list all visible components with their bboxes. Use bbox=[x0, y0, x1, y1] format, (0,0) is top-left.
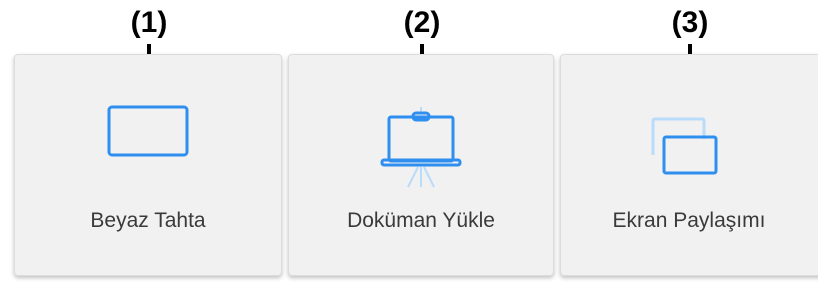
whiteboard-button[interactable]: Beyaz Tahta bbox=[14, 54, 282, 276]
upload-document-label: Doküman Yükle bbox=[347, 209, 495, 232]
marker-1: (1) bbox=[119, 6, 179, 56]
marker-2-text: (2) bbox=[403, 6, 441, 39]
screen-share-label: Ekran Paylaşımı bbox=[612, 209, 766, 232]
marker-2: (2) bbox=[392, 6, 452, 56]
screen-share-icon bbox=[650, 117, 720, 180]
marker-3-text: (3) bbox=[671, 6, 709, 39]
whiteboard-label: Beyaz Tahta bbox=[90, 209, 206, 232]
presentation-board-icon bbox=[380, 105, 462, 194]
upload-document-button[interactable]: Doküman Yükle bbox=[288, 54, 554, 276]
marker-1-text: (1) bbox=[130, 6, 168, 39]
whiteboard-icon bbox=[107, 105, 189, 162]
screen-share-button[interactable]: Ekran Paylaşımı bbox=[560, 54, 818, 276]
marker-3: (3) bbox=[660, 6, 720, 56]
